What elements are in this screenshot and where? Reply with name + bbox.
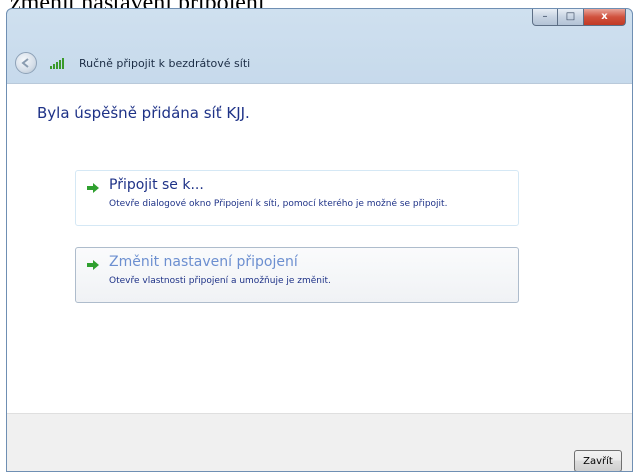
back-button[interactable] (15, 52, 37, 74)
minimize-button[interactable]: – (532, 9, 558, 26)
connect-description: Otevře dialogové okno Připojení k síti, … (109, 199, 448, 209)
maximize-icon: □ (565, 11, 576, 22)
change-settings-description: Otevře vlastnosti připojení a umožňuje j… (109, 276, 331, 286)
dialog-footer: Zavřít (7, 413, 632, 471)
minimize-icon: – (542, 11, 548, 22)
close-icon: x (601, 11, 608, 22)
content-pane: Byla úspěšně přidána síť KJJ. Připojit s… (7, 83, 632, 413)
connect-command-link[interactable]: Připojit se k... Otevře dialogové okno P… (75, 170, 519, 226)
green-arrow-icon (87, 183, 99, 193)
navigation-bar: Ručně připojit k bezdrátové síti (7, 43, 632, 83)
wireless-signal-icon (50, 58, 64, 69)
connect-title: Připojit se k... (109, 177, 204, 193)
success-heading: Byla úspěšně přidána síť KJJ. (37, 104, 250, 122)
dialog-window: – □ x Ručně připojit k bezdrátové síti B… (6, 8, 633, 472)
window-controls: – □ x (532, 9, 626, 26)
change-settings-title: Změnit nastavení připojení (109, 254, 298, 270)
page-title: Ručně připojit k bezdrátové síti (79, 56, 251, 70)
maximize-button[interactable]: □ (558, 9, 584, 26)
close-window-button[interactable]: x (584, 9, 626, 26)
change-settings-command-link[interactable]: Změnit nastavení připojení Otevře vlastn… (75, 247, 519, 303)
green-arrow-icon (87, 260, 99, 270)
back-arrow-icon (21, 58, 29, 68)
close-button[interactable]: Zavřít (574, 450, 622, 471)
